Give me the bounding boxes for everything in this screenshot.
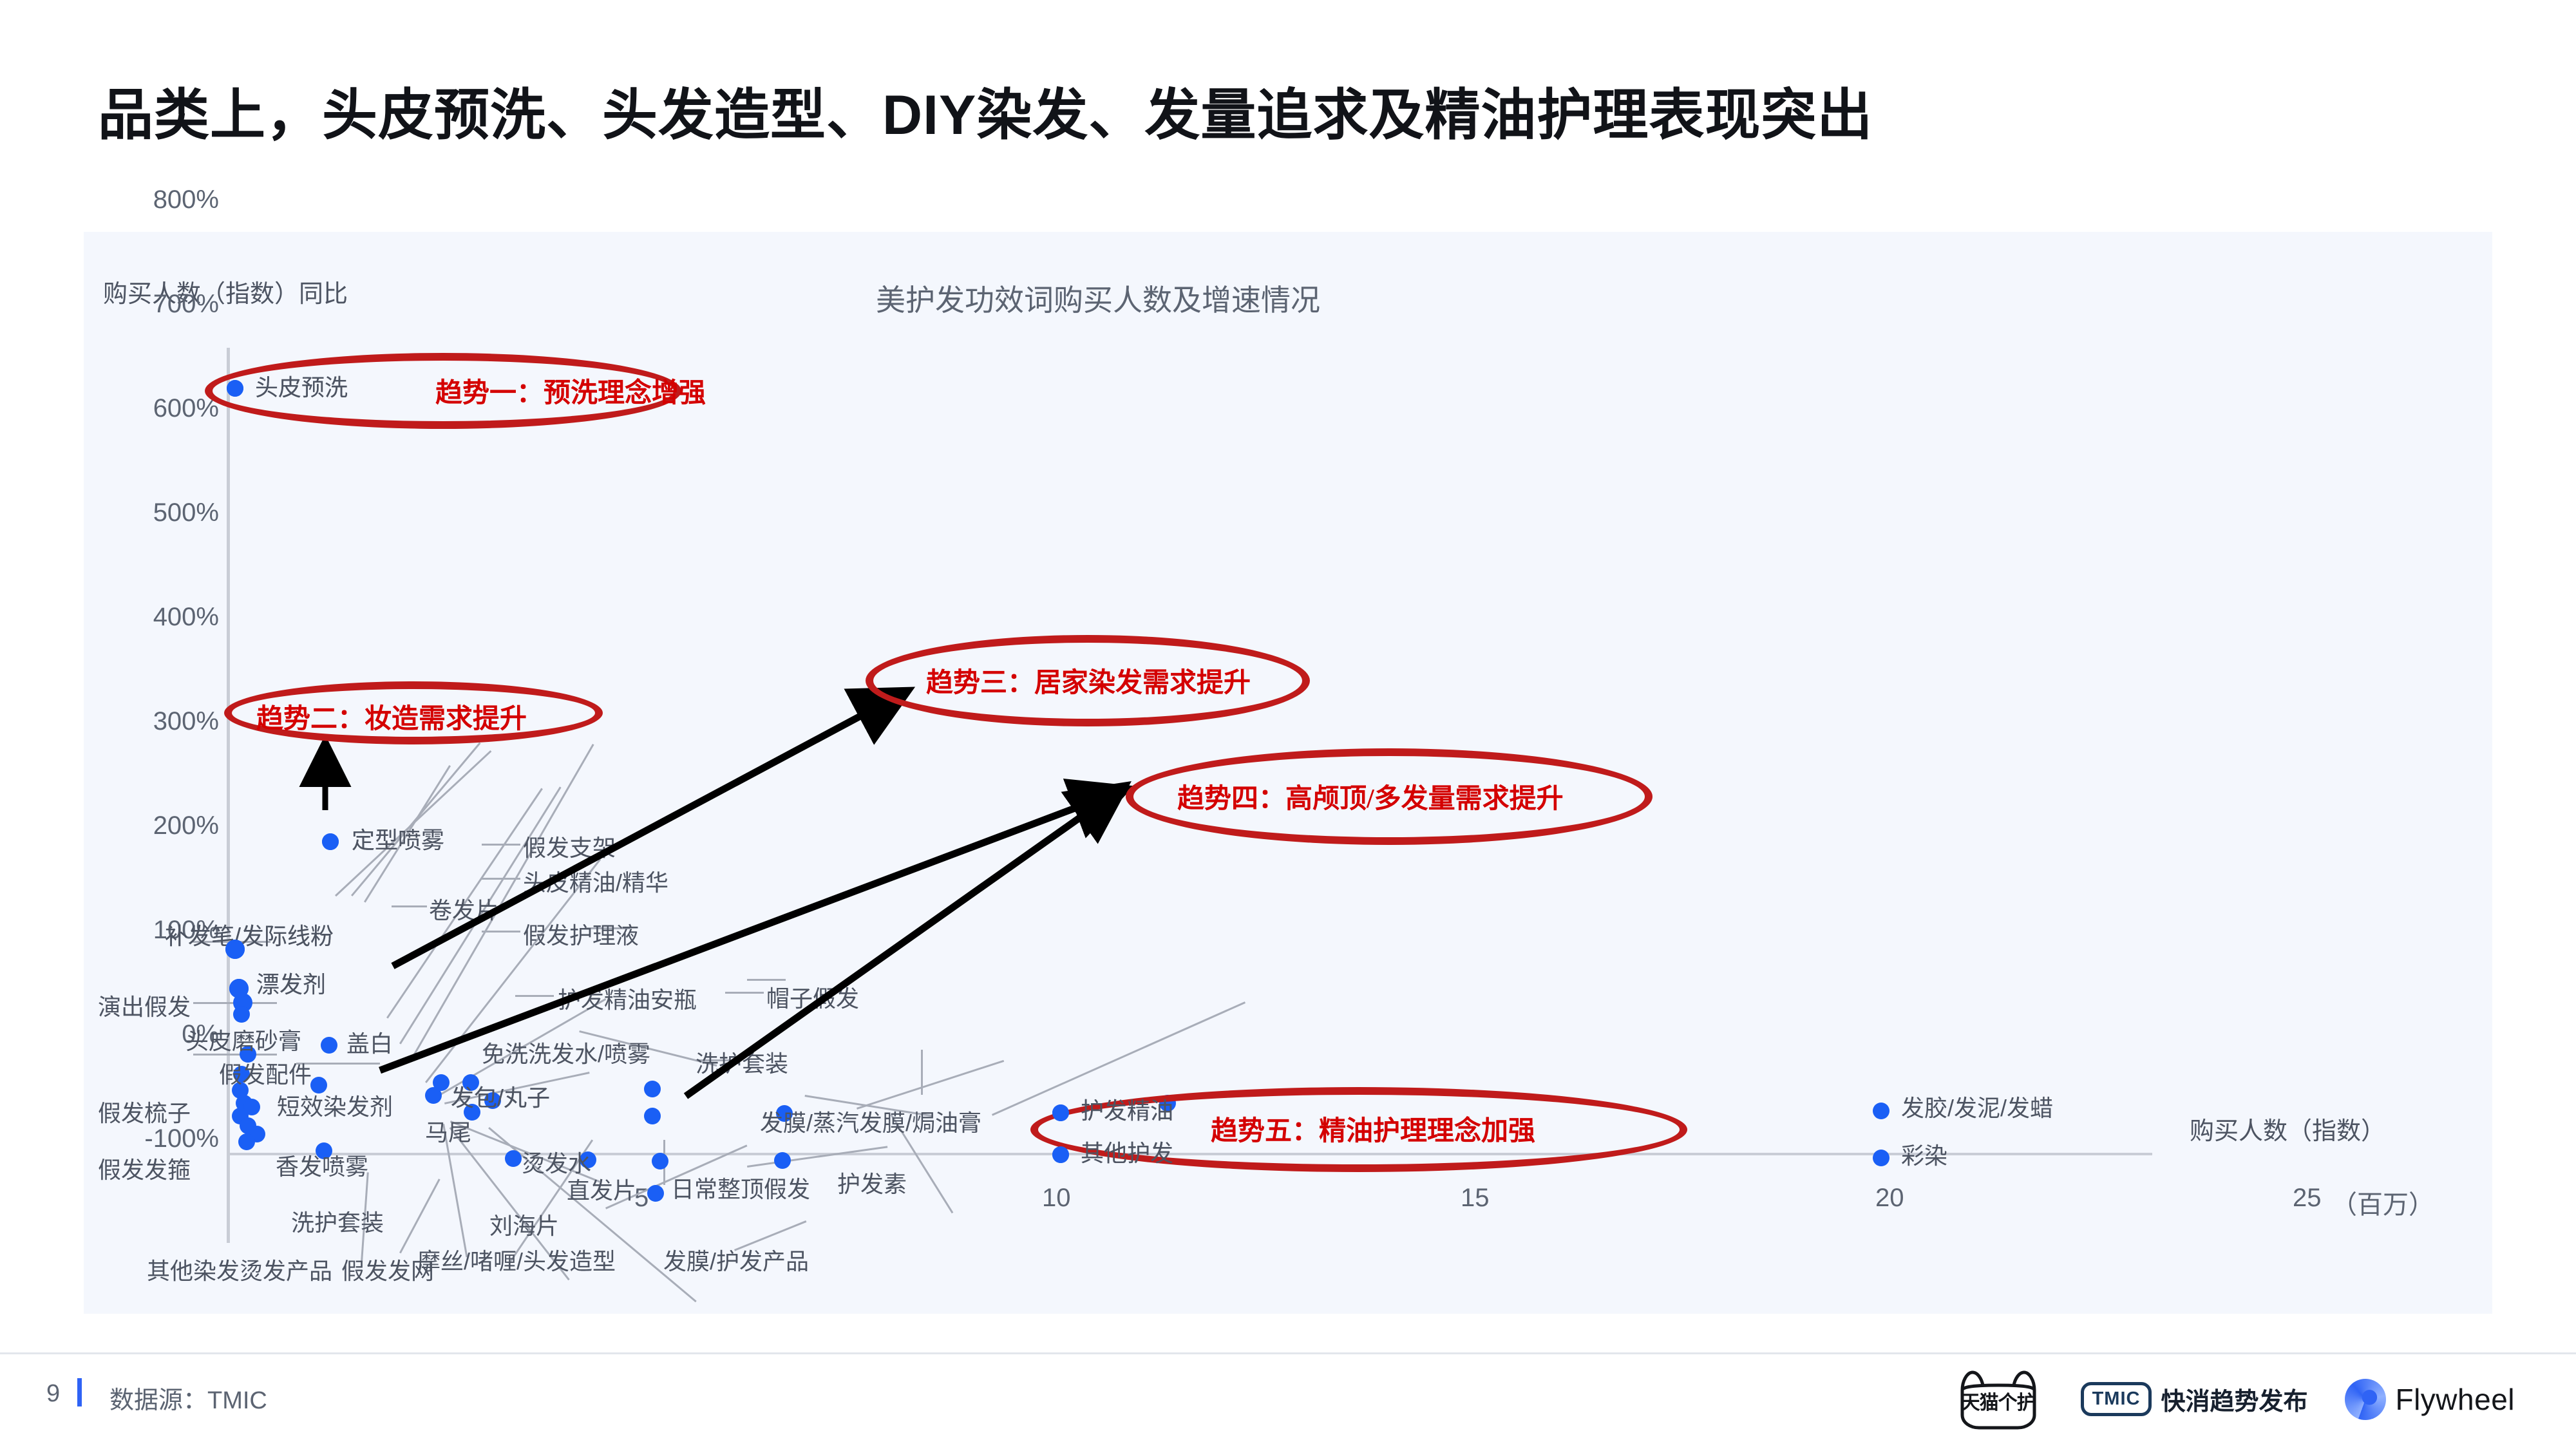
flywheel-logo: Flywheel <box>2345 1378 2515 1420</box>
page-title: 品类上，头皮预洗、头发造型、DIY染发、发量追求及精油护理表现突出 <box>98 84 1873 146</box>
flywheel-swirl-icon <box>2345 1378 2387 1420</box>
point-label-cover-gray: 盖白 <box>346 1030 393 1057</box>
scatter-point-oil-top[interactable] <box>1052 1104 1069 1121</box>
point-label-mousse-gel-styling: 摩丝/啫喱/头发造型 <box>417 1248 616 1274</box>
point-label-ponytail: 马尾 <box>425 1119 472 1146</box>
point-label-wig-care-liquid: 假发护理液 <box>523 922 639 949</box>
x-tick-20: 20 <box>1875 1184 1904 1212</box>
tmall-logo-text: 天猫个护 <box>1960 1392 2036 1414</box>
trend4-label: 趋势四：高颅顶/多发量需求提升 <box>1177 784 1564 814</box>
slide-root: 品类上，头皮预洗、头发造型、DIY染发、发量追求及精油护理表现突出 购买人数（指… <box>0 0 2576 1449</box>
leader-line <box>392 905 427 907</box>
flywheel-logo-text: Flywheel <box>2395 1382 2515 1416</box>
point-label-hair-oil-ampoule: 护发精油安瓶 <box>558 987 697 1013</box>
point-label-curl-piece: 卷发片 <box>429 897 499 923</box>
y-tick-300: 300% <box>153 707 219 735</box>
y-tick-800: 800% <box>153 185 219 214</box>
scatter-point[interactable] <box>321 1037 337 1054</box>
tmic-logo-text: 快消趋势发布 <box>2161 1388 2308 1416</box>
point-label-bangs-piece: 刘海片 <box>489 1213 560 1239</box>
point-label-wash-care-set: 洗护套装 <box>696 1050 789 1077</box>
x-tick-15: 15 <box>1461 1184 1490 1212</box>
scatter-point[interactable] <box>644 1081 661 1097</box>
scatter-point[interactable] <box>1873 1103 1889 1119</box>
scatter-point[interactable] <box>425 1087 442 1104</box>
point-label-gel-clay-wax: 发胶/发泥/发蜡 <box>1901 1095 2054 1121</box>
scatter-point[interactable] <box>1873 1150 1889 1166</box>
y-tick-600: 600% <box>153 394 219 422</box>
scatter-point-other-care-top[interactable] <box>1052 1146 1069 1163</box>
point-label-wig-net: 假发发网 <box>341 1258 435 1284</box>
trend3-label: 趋势三：居家染发需求提升 <box>926 668 1251 698</box>
point-label-straight-piece: 直发片 <box>567 1177 637 1204</box>
point-label-hair-essential-oil-top: 护发精油 <box>1081 1097 1174 1124</box>
x-axis-unit: （百万） <box>2331 1191 2434 1219</box>
trend2-label: 趋势二：妆造需求提升 <box>256 705 527 734</box>
point-label-other-dye-perm: 其他染发烫发产品 <box>147 1258 333 1284</box>
scatter-point-hairline-pen-top[interactable] <box>225 940 245 959</box>
tmic-logo: TMIC 快消趋势发布 <box>2080 1381 2308 1417</box>
point-label-wash-care-set-2: 洗护套装 <box>291 1209 384 1236</box>
point-label-scalp-oil: 头皮精油/精华 <box>523 869 669 896</box>
x-axis-caption: 购买人数（指数） <box>2190 1118 2386 1145</box>
point-label-daily-full-wig: 日常整顶假发 <box>671 1176 811 1202</box>
y-tick-700: 700% <box>153 290 219 318</box>
tmic-badge-text: TMIC <box>2080 1382 2152 1416</box>
point-label-dry-shampoo: 免洗洗发水/喷雾 <box>482 1041 651 1067</box>
point-label-short-term-dye: 短效染发剂 <box>277 1094 393 1120</box>
scatter-point[interactable] <box>644 1108 661 1124</box>
y-tick-500: 500% <box>153 498 219 527</box>
point-label-color-dye: 彩染 <box>1901 1142 1948 1169</box>
point-label-performance-wig: 演出假发 <box>98 994 191 1020</box>
point-label-styling-spray-top: 定型喷雾 <box>352 827 445 853</box>
point-label-bleach-top: 漂发剂 <box>256 971 327 998</box>
point-label-wig-comb: 假发梳子 <box>98 1100 191 1126</box>
scatter-point[interactable] <box>233 1006 250 1023</box>
leader-line <box>482 844 520 846</box>
y-tick-400: 400% <box>153 603 219 631</box>
scatter-point[interactable] <box>238 1133 255 1150</box>
leader-line <box>725 992 764 994</box>
point-label-hairline-pen-top: 补发笔/发际线粉 <box>165 923 334 949</box>
point-label-scalp-scrub: 头皮磨砂膏 <box>185 1028 302 1054</box>
x-tick-10: 10 <box>1042 1184 1071 1212</box>
leader-line <box>482 878 520 880</box>
leader-line <box>515 995 554 997</box>
point-label-hair-mask-product: 发膜/护发产品 <box>663 1248 810 1274</box>
scatter-point[interactable] <box>647 1185 664 1202</box>
y-tick-neg100: -100% <box>144 1124 219 1153</box>
scatter-point-bleach-top[interactable] <box>229 979 249 998</box>
footer-divider <box>0 1352 2576 1354</box>
point-label-hair-mask-steam: 发膜/蒸汽发膜/焗油膏 <box>760 1110 982 1136</box>
trend5-label: 趋势五：精油护理理念加强 <box>1211 1117 1536 1146</box>
point-label-hat-wig: 帽子假发 <box>766 985 860 1012</box>
scatter-point-styling-spray-top[interactable] <box>322 833 339 850</box>
x-tick-5: 5 <box>634 1184 649 1212</box>
y-axis-line <box>227 348 230 1243</box>
point-label-wig-accessory: 假发配件 <box>219 1061 312 1088</box>
scatter-point[interactable] <box>652 1153 668 1170</box>
scatter-point-prewash-top[interactable] <box>227 380 243 397</box>
leader-line <box>482 931 520 933</box>
point-label-hair-perfume-spray: 香发喷雾 <box>276 1153 369 1180</box>
footer-accent-bar <box>77 1378 82 1406</box>
data-source-label: 数据源：TMIC <box>109 1387 267 1414</box>
scatter-point[interactable] <box>774 1152 791 1169</box>
tmall-cat-icon: 天猫个护 <box>1953 1368 2043 1430</box>
point-label-bun-top: 发包/丸子 <box>451 1084 551 1111</box>
point-label-conditioner: 护发素 <box>837 1171 907 1197</box>
page-number: 9 <box>46 1380 61 1407</box>
point-label-wig-headband: 假发发箍 <box>98 1157 191 1183</box>
point-label-wig-stand: 假发支架 <box>523 835 616 861</box>
trend1-label: 趋势一：预洗理念增强 <box>435 379 706 408</box>
point-label-other-hair-care-top: 其他护发 <box>1081 1140 1174 1166</box>
point-label-scalp-prewash-top: 头皮预洗 <box>255 374 348 401</box>
tmall-logo: 天猫个护 <box>1953 1368 2043 1430</box>
footer-logos: 天猫个护 TMIC 快消趋势发布 Flywheel <box>1953 1365 2515 1433</box>
y-tick-200: 200% <box>153 811 219 840</box>
chart-title: 美护发功效词购买人数及增速情况 <box>876 283 1320 317</box>
scatter-point[interactable] <box>505 1150 522 1167</box>
x-tick-25: 25 <box>2293 1184 2322 1212</box>
